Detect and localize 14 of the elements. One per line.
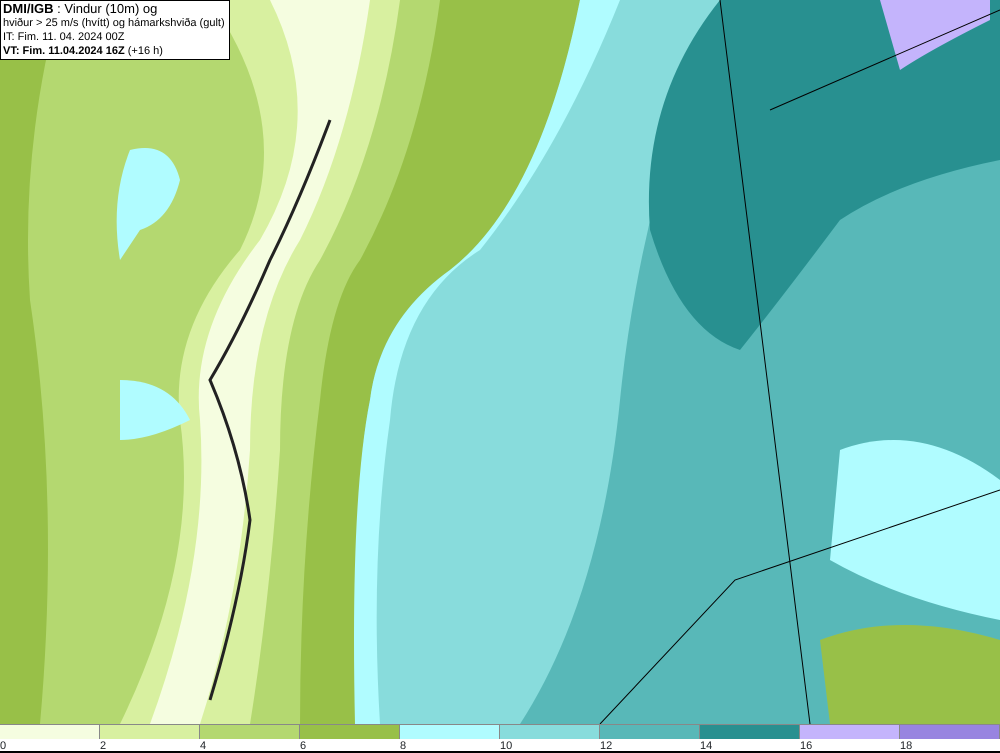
legend-label: 16 [800,740,812,752]
legend-label: 18 [900,740,912,752]
legend-label: 12 [600,740,612,752]
legend-label: 14 [700,740,712,752]
info-text: VT: Fim. 11.04.2024 16Z (+16 h) [3,44,164,58]
legend-label: 4 [200,740,206,752]
legend-label: 8 [400,740,406,752]
legend-label: 2 [100,740,106,752]
info-text: hviður > 25 m/s (hvítt) og hámarkshviða (gult) [3,16,225,30]
info-text: DMI/IGB : Vindur (10m) og [3,2,158,16]
legend-label: 6 [300,740,306,752]
legend-label: 0 [0,740,6,752]
info-text: IT: Fim. 11. 04. 2024 00Z [3,30,126,44]
legend-label: 10 [500,740,512,752]
